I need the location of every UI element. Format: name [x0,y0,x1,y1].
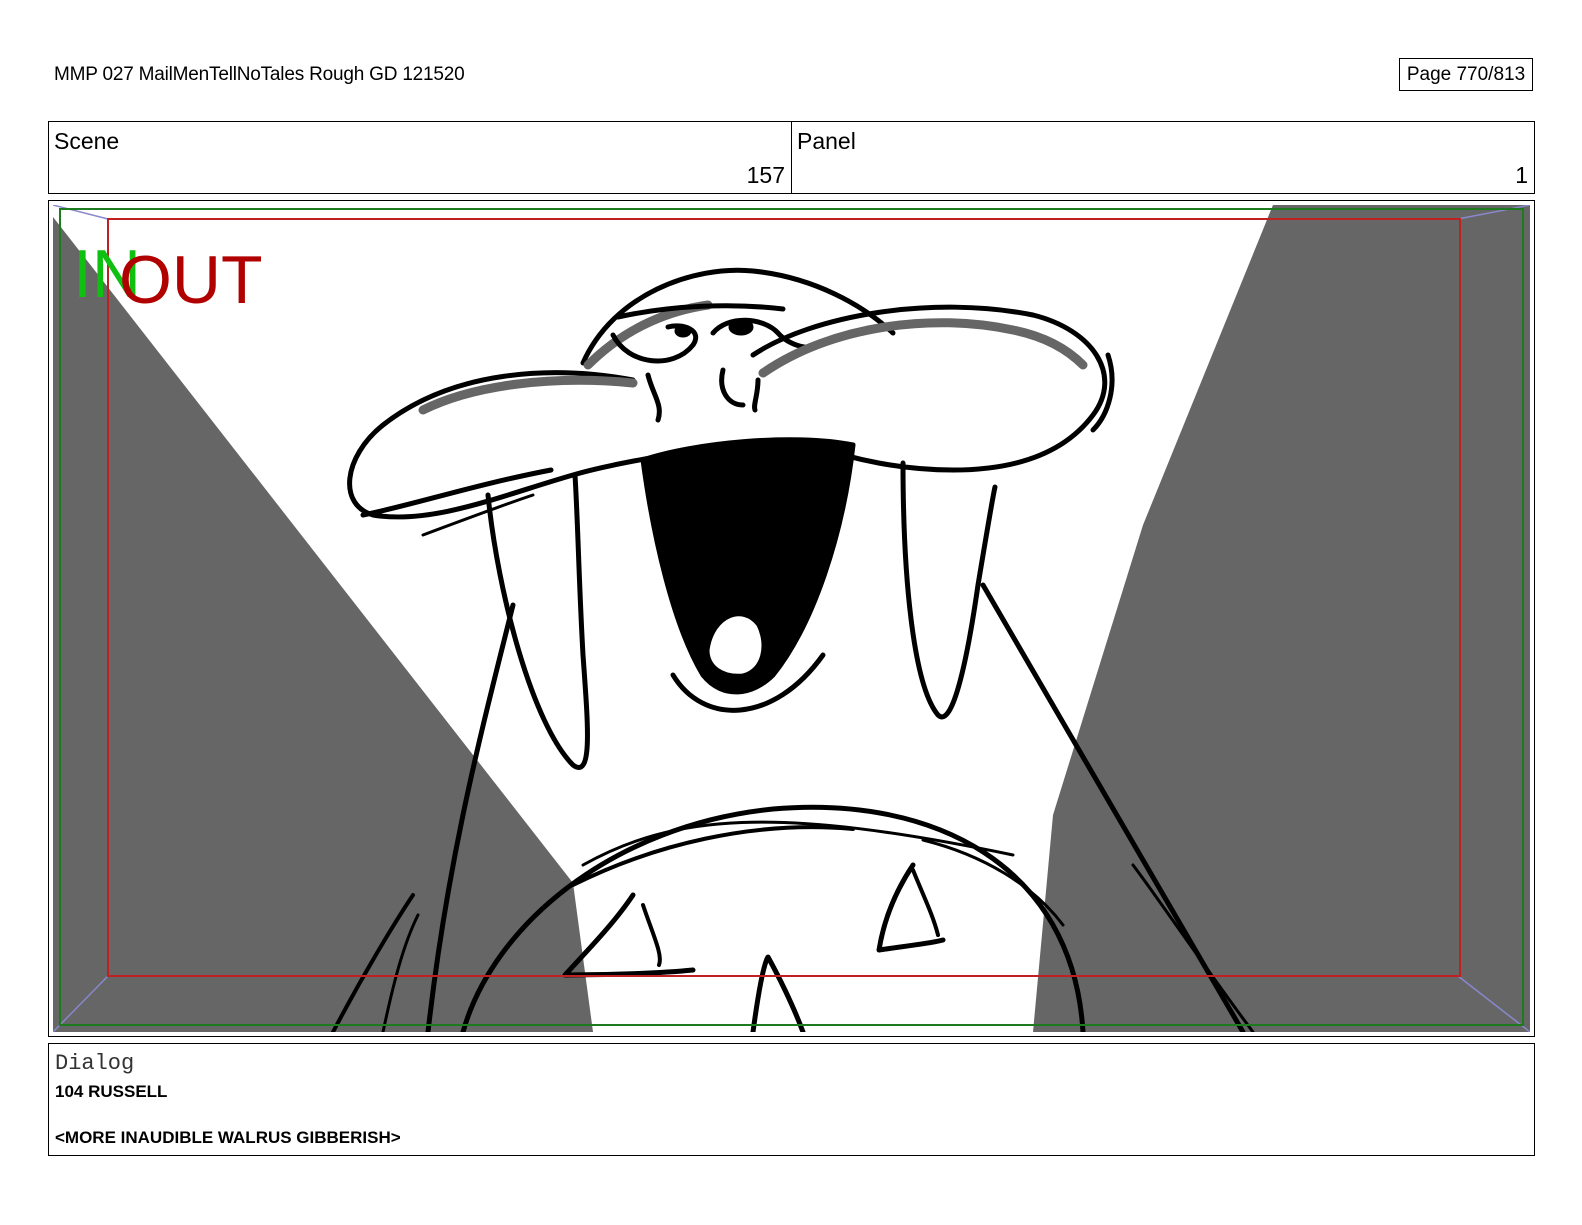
page-indicator: Page 770/813 [1399,58,1533,91]
scene-panel-info-row: Scene 157 Panel 1 [48,121,1535,194]
dialog-speaker: 104 RUSSELL [55,1082,168,1101]
panel-cell: Panel 1 [791,122,1534,193]
scene-label: Scene [54,128,120,154]
dialog-box: Dialog 104 RUSSELL <MORE INAUDIBLE WALRU… [48,1043,1535,1156]
scene-number: 157 [746,162,785,188]
scene-cell: Scene 157 [49,122,791,193]
panel-number: 1 [1515,162,1528,188]
dialog-label: Dialog [55,1051,135,1076]
out-marker-label: OUT [119,242,263,318]
panel-label: Panel [797,128,856,154]
storyboard-drawing: IN OUT [53,205,1530,1032]
dialog-line: <MORE INAUDIBLE WALRUS GIBBERISH> [55,1128,401,1147]
storyboard-panel-frame: IN OUT [48,200,1535,1037]
document-title: MMP 027 MailMenTellNoTales Rough GD 1215… [54,64,465,85]
